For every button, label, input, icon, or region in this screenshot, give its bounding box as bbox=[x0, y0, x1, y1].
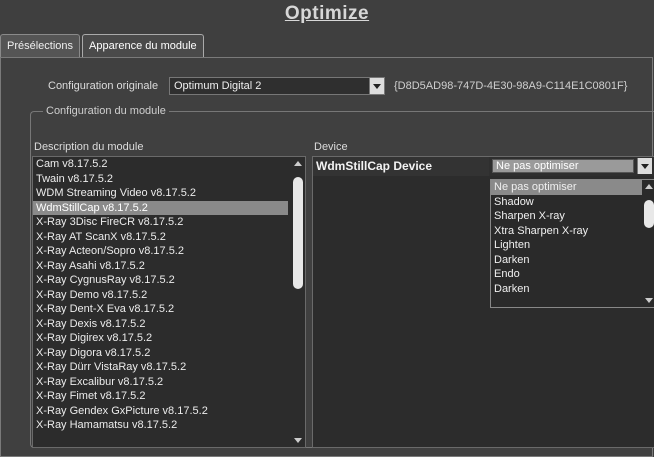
optimization-select[interactable]: Ne pas optimiser bbox=[489, 157, 654, 176]
chevron-down-icon[interactable] bbox=[637, 158, 652, 174]
original-config-select[interactable]: Optimum Digital 2 bbox=[169, 77, 385, 95]
module-list-item[interactable]: X-Ray Dürr VistaRay v8.17.5.2 bbox=[33, 360, 288, 375]
dropdown-option[interactable]: Shadow bbox=[491, 195, 642, 210]
chevron-down-icon[interactable] bbox=[369, 78, 384, 94]
module-list-item[interactable]: X-Ray Fimet v8.17.5.2 bbox=[33, 389, 288, 404]
module-list-item[interactable]: X-Ray 3Disc FireCR v8.17.5.2 bbox=[33, 215, 288, 230]
scroll-down-icon[interactable] bbox=[645, 298, 653, 303]
dropdown-option[interactable]: Darken bbox=[491, 282, 642, 297]
description-header: Description du module bbox=[34, 141, 144, 153]
module-list-item[interactable]: X-Ray Dent-X Eva v8.17.5.2 bbox=[33, 302, 288, 317]
original-config-value: Optimum Digital 2 bbox=[174, 80, 262, 92]
module-list-item[interactable]: X-Ray Digirex v8.17.5.2 bbox=[33, 331, 288, 346]
module-list[interactable]: Cam v8.17.5.2 Twain v8.17.5.2 WDM Streamin… bbox=[32, 156, 306, 448]
module-list-item[interactable]: X-Ray Acteon/Sopro v8.17.5.2 bbox=[33, 244, 288, 259]
dropdown-option[interactable]: Lighten bbox=[491, 238, 642, 253]
scroll-down-icon[interactable] bbox=[294, 438, 302, 443]
tab-presets[interactable]: Présélections bbox=[0, 34, 81, 57]
module-list-item[interactable]: X-Ray Excalibur v8.17.5.2 bbox=[33, 375, 288, 390]
dropdown-option[interactable]: Endo bbox=[491, 267, 642, 282]
module-list-scrollbar[interactable] bbox=[291, 157, 305, 447]
tab-module-appearance[interactable]: Apparence du module bbox=[82, 34, 204, 57]
dropdown-option[interactable]: Darken bbox=[491, 253, 642, 268]
module-config-legend: Configuration du module bbox=[43, 105, 169, 117]
dropdown-option[interactable]: Xtra Sharpen X-ray bbox=[491, 224, 642, 239]
dropdown-scrollbar[interactable] bbox=[643, 180, 654, 307]
module-list-item[interactable]: X-Ray AT ScanX v8.17.5.2 bbox=[33, 230, 288, 245]
module-list-item[interactable]: X-Ray Gendex GxPicture v8.17.5.2 bbox=[33, 404, 288, 419]
module-list-item[interactable]: Twain v8.17.5.2 bbox=[33, 172, 288, 187]
module-list-item[interactable]: X-Ray Digora v8.17.5.2 bbox=[33, 346, 288, 361]
module-list-item[interactable]: WdmStillCap v8.17.5.2 bbox=[33, 200, 288, 215]
module-list-item[interactable]: WDM Streaming Video v8.17.5.2 bbox=[33, 186, 288, 201]
scroll-thumb[interactable] bbox=[293, 177, 303, 289]
device-header: Device bbox=[314, 141, 348, 153]
scroll-thumb[interactable] bbox=[644, 200, 654, 228]
window-title: Optimize bbox=[284, 3, 370, 24]
config-guid: {D8D5AD98-747D-4E30-98A9-C114E1C0801F} bbox=[394, 80, 628, 92]
optimization-select-value[interactable]: Ne pas optimiser bbox=[492, 159, 634, 173]
module-list-item[interactable]: X-Ray CygnusRay v8.17.5.2 bbox=[33, 273, 288, 288]
module-list-item[interactable]: X-Ray Asahi v8.17.5.2 bbox=[33, 259, 288, 274]
module-list-item[interactable]: X-Ray Demo v8.17.5.2 bbox=[33, 288, 288, 303]
dropdown-option[interactable]: Ne pas optimiser bbox=[491, 180, 642, 195]
module-list-item[interactable]: X-Ray Dexis v8.17.5.2 bbox=[33, 317, 288, 332]
optimization-dropdown-list[interactable]: Ne pas optimiser Shadow Sharpen X-ray Xtra … bbox=[490, 179, 654, 308]
tab-bar: Présélections Apparence du module bbox=[0, 34, 206, 58]
module-list-item[interactable]: Cam v8.17.5.2 bbox=[33, 157, 288, 172]
scroll-up-icon[interactable] bbox=[294, 161, 302, 166]
device-name: WdmStillCap Device bbox=[313, 157, 492, 176]
original-config-label: Configuration originale bbox=[48, 80, 159, 92]
dropdown-option[interactable]: Sharpen X-ray bbox=[491, 209, 642, 224]
module-list-item[interactable]: X-Ray Hamamatsu v8.17.5.2 bbox=[33, 418, 288, 433]
scroll-up-icon[interactable] bbox=[645, 184, 653, 189]
